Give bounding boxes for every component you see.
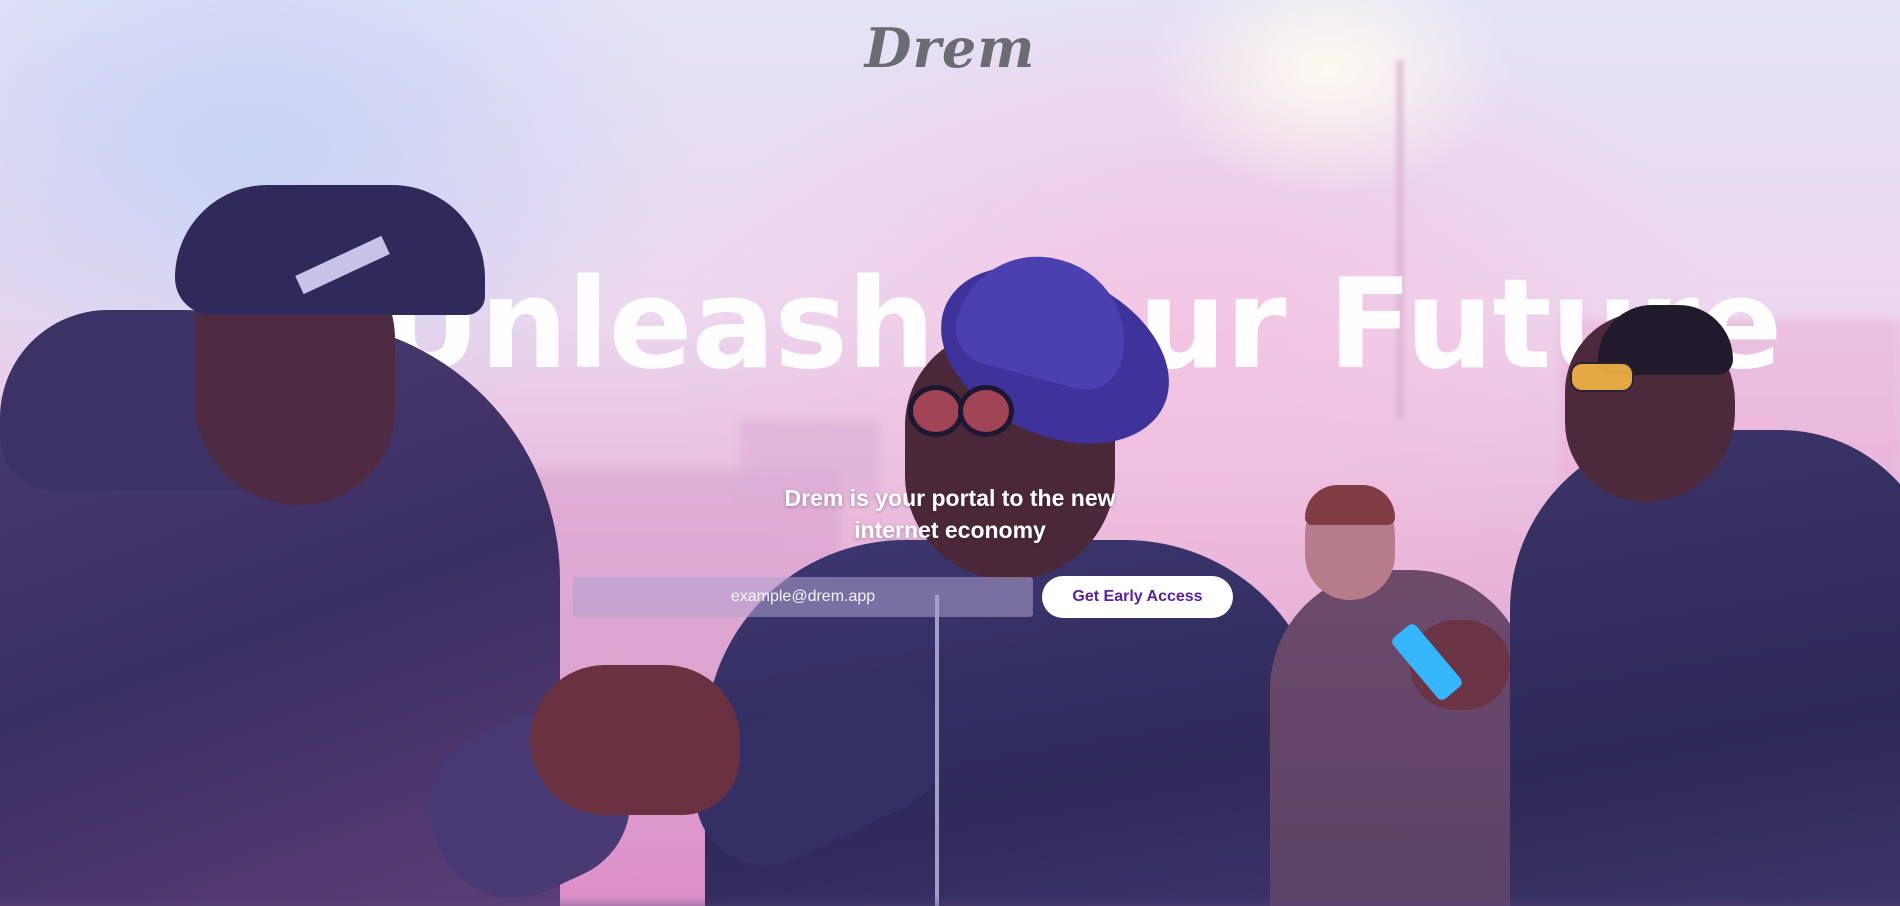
logo[interactable]: Drem [0, 16, 1900, 80]
page-bottom-edge [0, 896, 1900, 906]
hero-section: Drem Unleash Your Future [0, 0, 1900, 906]
early-access-form: Get Early Access [573, 576, 1233, 618]
email-input[interactable] [573, 577, 1033, 617]
hero-tagline: Drem is your portal to the new internet … [0, 482, 1900, 546]
get-early-access-button[interactable]: Get Early Access [1042, 576, 1233, 618]
handshake [530, 665, 740, 815]
tagline-line-2: internet economy [854, 517, 1046, 543]
tagline-line-1: Drem is your portal to the new [784, 485, 1116, 511]
